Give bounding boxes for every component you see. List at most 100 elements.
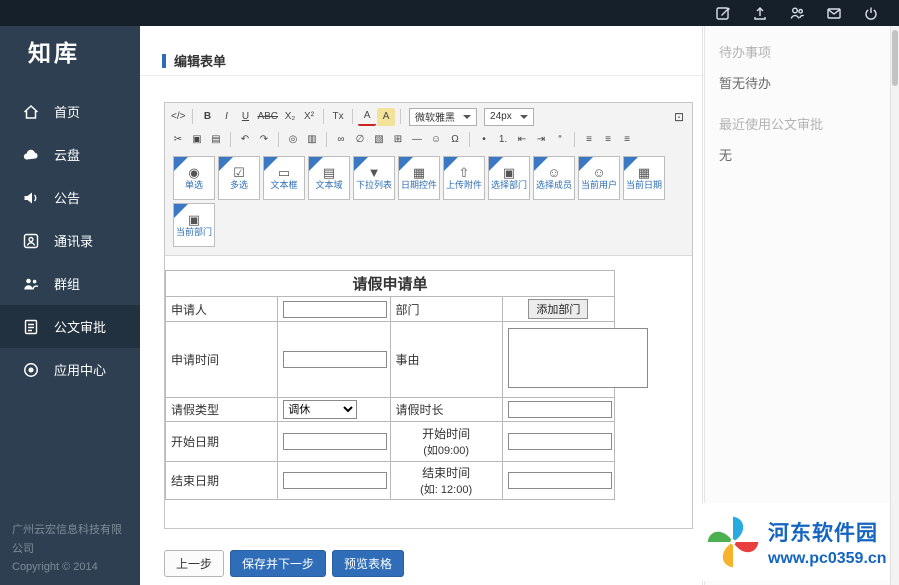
select-all-icon[interactable]: ▥ <box>303 131 321 149</box>
remove-format-icon[interactable]: Tx <box>329 108 347 126</box>
radio-widget-button[interactable]: ◉ 单选 <box>173 156 215 200</box>
image-icon[interactable]: ▧ <box>370 131 388 149</box>
sidebar-item-home[interactable]: 首页 <box>0 90 140 133</box>
align-right-icon[interactable]: ≡ <box>618 131 636 149</box>
bold-icon[interactable]: B <box>198 108 216 126</box>
unlink-icon[interactable]: ∅ <box>351 131 369 149</box>
editor-canvas[interactable]: 请假申请单 申请人 部门 添加部门 申请时间 事由 <box>165 256 692 528</box>
current-user-widget-button[interactable]: ☺ 当前用户 <box>578 156 620 200</box>
numbered-list-icon[interactable]: 1. <box>494 131 512 149</box>
apply-time-input[interactable] <box>283 351 387 368</box>
align-left-icon[interactable]: ≡ <box>580 131 598 149</box>
reason-textarea[interactable] <box>508 328 648 388</box>
sidebar-item-contacts[interactable]: 通讯录 <box>0 219 140 262</box>
text-color-icon[interactable]: A <box>358 108 376 126</box>
save-next-button[interactable]: 保存并下一步 <box>230 550 326 577</box>
select-member-widget-button[interactable]: ☺ 选择成员 <box>533 156 575 200</box>
sidebar-item-label: 云盘 <box>54 145 80 164</box>
textbox-widget-button[interactable]: ▭ 文本框 <box>263 156 305 200</box>
department-icon: ▣ <box>188 213 200 226</box>
compose-icon[interactable] <box>715 5 731 21</box>
prev-step-button[interactable]: 上一步 <box>164 550 224 577</box>
chevron-down-icon <box>520 115 528 119</box>
duration-input[interactable] <box>508 401 612 418</box>
textbox-icon: ▭ <box>278 166 290 179</box>
watermark-text: 河东软件园 www.pc0359.cn <box>768 517 887 568</box>
sidebar-item-label: 通讯录 <box>54 231 93 250</box>
mail-icon[interactable] <box>826 5 842 21</box>
strikethrough-icon[interactable]: ABC <box>255 108 280 126</box>
sidebar-item-app-center[interactable]: 应用中心 <box>0 348 140 391</box>
app-window: 知库 首页 云盘 公告 <box>0 0 899 585</box>
font-size-dropdown[interactable]: 24px <box>484 108 534 126</box>
sidebar-item-document-approval[interactable]: 公文审批 <box>0 305 140 348</box>
toolbar-separator <box>574 132 575 147</box>
users-icon[interactable] <box>789 5 805 21</box>
outdent-icon[interactable]: ⇤ <box>513 131 531 149</box>
textarea-widget-button[interactable]: ▤ 文本域 <box>308 156 350 200</box>
smiley-icon[interactable]: ☺ <box>427 131 445 149</box>
company-name: 广州云宏信息科技有限公司 <box>12 521 130 558</box>
italic-icon[interactable]: I <box>217 108 235 126</box>
find-icon[interactable]: ◎ <box>284 131 302 149</box>
special-char-icon[interactable]: Ω <box>446 131 464 149</box>
sidebar-item-label: 公文审批 <box>54 317 106 336</box>
document-icon <box>22 318 40 336</box>
underline-icon[interactable]: U <box>236 108 254 126</box>
bg-color-icon[interactable]: A <box>377 108 395 126</box>
scrollbar-thumb[interactable] <box>892 30 898 86</box>
cut-icon[interactable]: ✂ <box>169 131 187 149</box>
preview-table-button[interactable]: 预览表格 <box>332 550 404 577</box>
sidebar-item-label: 公告 <box>54 188 80 207</box>
sidebar-item-announcements[interactable]: 公告 <box>0 176 140 219</box>
indent-icon[interactable]: ⇥ <box>532 131 550 149</box>
recent-section-title: 最近使用公文审批 <box>719 114 876 133</box>
toolbar-separator <box>400 109 401 124</box>
checkbox-widget-button[interactable]: ☑ 多选 <box>218 156 260 200</box>
start-time-input[interactable] <box>508 433 612 450</box>
vertical-scrollbar[interactable] <box>890 26 899 585</box>
upload-icon[interactable] <box>752 5 768 21</box>
subscript-icon[interactable]: X₂ <box>281 108 299 126</box>
copy-icon[interactable]: ▣ <box>188 131 206 149</box>
sidebar-item-cloud-disk[interactable]: 云盘 <box>0 133 140 176</box>
sidebar-item-groups[interactable]: 群组 <box>0 262 140 305</box>
bulleted-list-icon[interactable]: • <box>475 131 493 149</box>
align-center-icon[interactable]: ≡ <box>599 131 617 149</box>
font-family-dropdown[interactable]: 微软雅黑 <box>409 108 477 126</box>
toolbar-separator <box>192 109 193 124</box>
copyright: Copyright © 2014 <box>12 558 130 577</box>
date-widget-button[interactable]: ▦ 日期控件 <box>398 156 440 200</box>
dropdown-icon: ▼ <box>368 166 381 179</box>
start-date-input[interactable] <box>283 433 387 450</box>
speaker-icon <box>22 189 40 207</box>
source-icon[interactable]: </> <box>169 108 187 126</box>
watermark-site-url: www.pc0359.cn <box>768 550 887 568</box>
upload-widget-button[interactable]: ⇧ 上传附件 <box>443 156 485 200</box>
end-date-input[interactable] <box>283 472 387 489</box>
member-icon: ☺ <box>547 166 560 179</box>
horizontal-rule-icon[interactable]: — <box>408 131 426 149</box>
undo-icon[interactable]: ↶ <box>236 131 254 149</box>
title-accent-bar <box>162 54 166 68</box>
toolbar-separator <box>352 109 353 124</box>
maximize-icon[interactable]: ⊡ <box>670 108 688 126</box>
select-dept-widget-button[interactable]: ▣ 选择部门 <box>488 156 530 200</box>
paste-icon[interactable]: ▤ <box>207 131 225 149</box>
contacts-icon <box>22 232 40 250</box>
applicant-label: 申请人 <box>166 297 278 322</box>
end-date-label: 结束日期 <box>166 462 278 500</box>
end-time-input[interactable] <box>508 472 612 489</box>
add-dept-button[interactable]: 添加部门 <box>528 299 588 319</box>
redo-icon[interactable]: ↷ <box>255 131 273 149</box>
current-dept-widget-button[interactable]: ▣ 当前部门 <box>173 203 215 247</box>
blockquote-icon[interactable]: “ <box>551 131 569 149</box>
current-date-widget-button[interactable]: ▦ 当前日期 <box>623 156 665 200</box>
applicant-input[interactable] <box>283 301 387 318</box>
power-icon[interactable] <box>863 5 879 21</box>
link-icon[interactable]: ∞ <box>332 131 350 149</box>
superscript-icon[interactable]: X² <box>300 108 318 126</box>
table-icon[interactable]: ⊞ <box>389 131 407 149</box>
dropdown-widget-button[interactable]: ▼ 下拉列表 <box>353 156 395 200</box>
leave-type-select[interactable]: 调休 <box>283 400 357 419</box>
